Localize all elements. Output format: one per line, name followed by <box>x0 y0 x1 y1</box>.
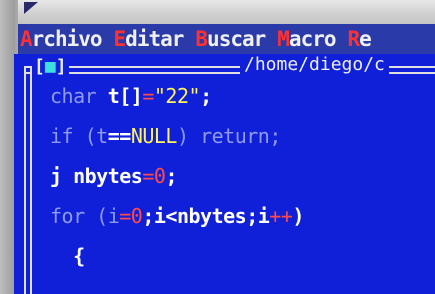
screen: Archivo Editar Buscar Macro Re [■] /home… <box>0 0 435 294</box>
menu-archivo[interactable]: Archivo <box>20 27 103 51</box>
menu-bar: Archivo Editar Buscar Macro Re <box>18 24 435 54</box>
file-path: /home/diego/c <box>240 54 389 75</box>
code-line: { <box>50 244 85 268</box>
close-icon: ■ <box>44 56 56 77</box>
close-box-button[interactable]: [■] <box>32 56 69 77</box>
code-area[interactable]: char t[]="22"; if (t==NULL) return; j nb… <box>50 76 435 276</box>
editor-frame-left <box>24 68 32 294</box>
code-line: if (t==NULL) return; <box>50 124 281 148</box>
code-line: for (i=0;i<nbytes;i++) <box>50 204 304 228</box>
menu-editar[interactable]: Editar <box>114 27 185 51</box>
menu-buscar[interactable]: Buscar <box>195 27 266 51</box>
menu-r[interactable]: Re <box>348 27 372 51</box>
code-line: char t[]="22"; <box>50 84 212 108</box>
editor-window[interactable]: [■] /home/diego/c char t[]="22"; if (t==… <box>14 54 435 294</box>
window-title-strip <box>18 0 435 24</box>
code-line: j nbytes=0; <box>50 164 177 188</box>
menu-macro[interactable]: Macro <box>277 27 336 51</box>
window-corner-icon <box>24 2 38 14</box>
